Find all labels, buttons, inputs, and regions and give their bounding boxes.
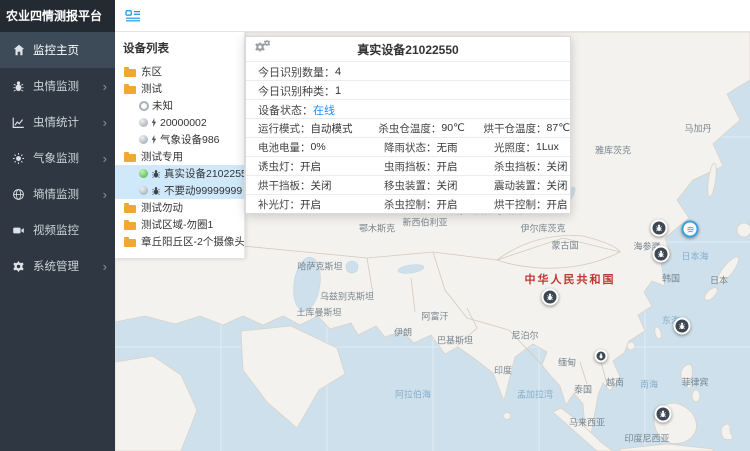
- popup-field: 烘干控制：开启: [482, 195, 570, 213]
- folder-icon: [124, 69, 136, 77]
- folder-icon: [124, 239, 136, 247]
- bug-device-marker[interactable]: [542, 289, 559, 306]
- chevron-right-icon: ›: [103, 260, 107, 273]
- popup-field: 诱虫灯：开启: [246, 157, 372, 175]
- sidebar-item-label: 监控主页: [33, 42, 107, 58]
- sidebar-item-insect-stats[interactable]: 虫情统计 ›: [0, 104, 115, 140]
- popup-field: 杀虫仓温度：90℃: [366, 119, 471, 137]
- chevron-right-icon: ›: [103, 116, 107, 129]
- popup-grid-row: 烘干挡板：关闭 移虫装置：关闭 震动装置：关闭: [246, 176, 570, 195]
- app-window: 农业四情测报平台 监控主页 虫情监测 › 虫情统计 › 气象监测 › 墒情监测 …: [0, 0, 750, 451]
- sidebar-item-soil-monitor[interactable]: 墒情监测 ›: [0, 176, 115, 212]
- tree-device-dont-move-99999999[interactable]: 不要动99999999: [115, 182, 244, 199]
- popup-summary-row-status: 设备状态：在线: [246, 100, 570, 119]
- popup-field: 杀虫控制：开启: [372, 195, 482, 213]
- bolt-icon: [151, 135, 157, 144]
- cluster-marker[interactable]: [682, 221, 699, 238]
- sidebar-item-label: 虫情监测: [33, 78, 99, 94]
- popup-field: 运行模式：自动模式: [246, 119, 366, 137]
- gray-status-dot: [139, 118, 148, 127]
- bug-device-marker[interactable]: [655, 406, 672, 423]
- sidebar-item-video-monitor[interactable]: 视频监控: [0, 212, 115, 248]
- popup-summary-row: 今日识别数量：4: [246, 62, 570, 81]
- status-badge: 在线: [313, 102, 335, 118]
- popup-field: 震动装置：关闭: [482, 176, 570, 194]
- popup-field: 烘干仓温度：87℃: [472, 119, 570, 137]
- collapse-menu-icon[interactable]: [125, 9, 141, 23]
- bug-device-marker[interactable]: [653, 246, 670, 263]
- radio-status-icon: [139, 101, 149, 111]
- app-title: 农业四情测报平台: [0, 0, 115, 32]
- sidebar-item-monitor-home[interactable]: 监控主页: [0, 32, 115, 68]
- popup-field: 降雨状态：无雨: [372, 138, 482, 156]
- popup-field: 杀虫挡板：关闭: [482, 157, 570, 175]
- tree-node-unknown[interactable]: 未知: [115, 97, 244, 114]
- device-info-popup: 真实设备21022550 今日识别数量：4 今日识别种类：1 设备状态：在线 运…: [245, 36, 571, 214]
- settings-gears-icon[interactable]: [254, 41, 271, 53]
- home-icon: [11, 43, 26, 58]
- tree-device-20000002[interactable]: 20000002: [115, 114, 244, 131]
- popup-field: 烘干挡板：关闭: [246, 176, 372, 194]
- sidebar-item-label: 气象监测: [33, 150, 99, 166]
- bug-icon: [11, 79, 26, 94]
- tree-folder-test[interactable]: 测试: [115, 80, 244, 97]
- chevron-right-icon: ›: [103, 152, 107, 165]
- tree-folder-test-dedicated[interactable]: 测试专用: [115, 148, 244, 165]
- popup-field: 移虫装置：关闭: [372, 176, 482, 194]
- sidebar-item-label: 系统管理: [33, 258, 99, 274]
- popup-field: 光照度：1Lux: [482, 138, 570, 156]
- folder-icon: [124, 205, 136, 213]
- popup-summary-row: 今日识别种类：1: [246, 81, 570, 100]
- folder-icon: [124, 86, 136, 94]
- folder-icon: [124, 222, 136, 230]
- popup-grid-row: 补光灯：开启 杀虫控制：开启 烘干控制：开启: [246, 195, 570, 213]
- popup-header: 真实设备21022550: [246, 37, 570, 62]
- video-camera-icon: [11, 223, 26, 238]
- sidebar-item-insect-monitor[interactable]: 虫情监测 ›: [0, 68, 115, 104]
- popup-grid-row: 诱虫灯：开启 虫雨挡板：开启 杀虫挡板：关闭: [246, 157, 570, 176]
- tree-device-weather-986[interactable]: 气象设备986: [115, 131, 244, 148]
- sidebar-item-system-manage[interactable]: 系统管理 ›: [0, 248, 115, 284]
- popup-title: 真实设备21022550: [357, 41, 458, 58]
- gear-icon: [11, 259, 26, 274]
- online-status-dot: [139, 169, 148, 178]
- bug-device-marker[interactable]: [674, 318, 691, 335]
- offline-status-dot: [139, 186, 148, 195]
- bug-icon: [151, 186, 161, 196]
- bug-device-marker[interactable]: [651, 220, 668, 237]
- popup-field: 补光灯：开启: [246, 195, 372, 213]
- device-list-title: 设备列表: [115, 37, 244, 63]
- tree-folder-zhangqiu-cameras[interactable]: 章丘阳丘区-2个摄像头: [115, 233, 244, 250]
- sidebar-item-label: 虫情统计: [33, 114, 99, 130]
- sidebar-item-label: 视频监控: [33, 222, 107, 238]
- popup-grid-row: 电池电量：0% 降雨状态：无雨 光照度：1Lux: [246, 138, 570, 157]
- gray-status-dot: [139, 135, 148, 144]
- weather-icon: [11, 151, 26, 166]
- topbar: [115, 0, 750, 32]
- sidebar-item-label: 墒情监测: [33, 186, 99, 202]
- tree-folder-east-zone[interactable]: 东区: [115, 63, 244, 80]
- folder-icon: [124, 154, 136, 162]
- globe-icon: [11, 187, 26, 202]
- popup-grid-row: 运行模式：自动模式 杀虫仓温度：90℃ 烘干仓温度：87℃: [246, 119, 570, 138]
- popup-field: 虫雨挡板：开启: [372, 157, 482, 175]
- popup-field: 电池电量：0%: [246, 138, 372, 156]
- tree-device-real-21022550[interactable]: 真实设备21022550: [115, 165, 244, 182]
- chart-icon: [11, 115, 26, 130]
- bug-icon: [151, 169, 161, 179]
- tree-folder-test-area-1[interactable]: 测试区域-勿圈1: [115, 216, 244, 233]
- device-list-panel: 设备列表 东区 测试 未知 20000002 气象设备986 测试专用: [115, 32, 245, 258]
- chevron-right-icon: ›: [103, 80, 107, 93]
- bolt-icon: [151, 118, 157, 127]
- chevron-right-icon: ›: [103, 188, 107, 201]
- sidebar-item-weather-monitor[interactable]: 气象监测 ›: [0, 140, 115, 176]
- bug-device-marker[interactable]: [595, 350, 608, 363]
- sidebar: 农业四情测报平台 监控主页 虫情监测 › 虫情统计 › 气象监测 › 墒情监测 …: [0, 0, 115, 451]
- tree-folder-test-nomove[interactable]: 测试勿动: [115, 199, 244, 216]
